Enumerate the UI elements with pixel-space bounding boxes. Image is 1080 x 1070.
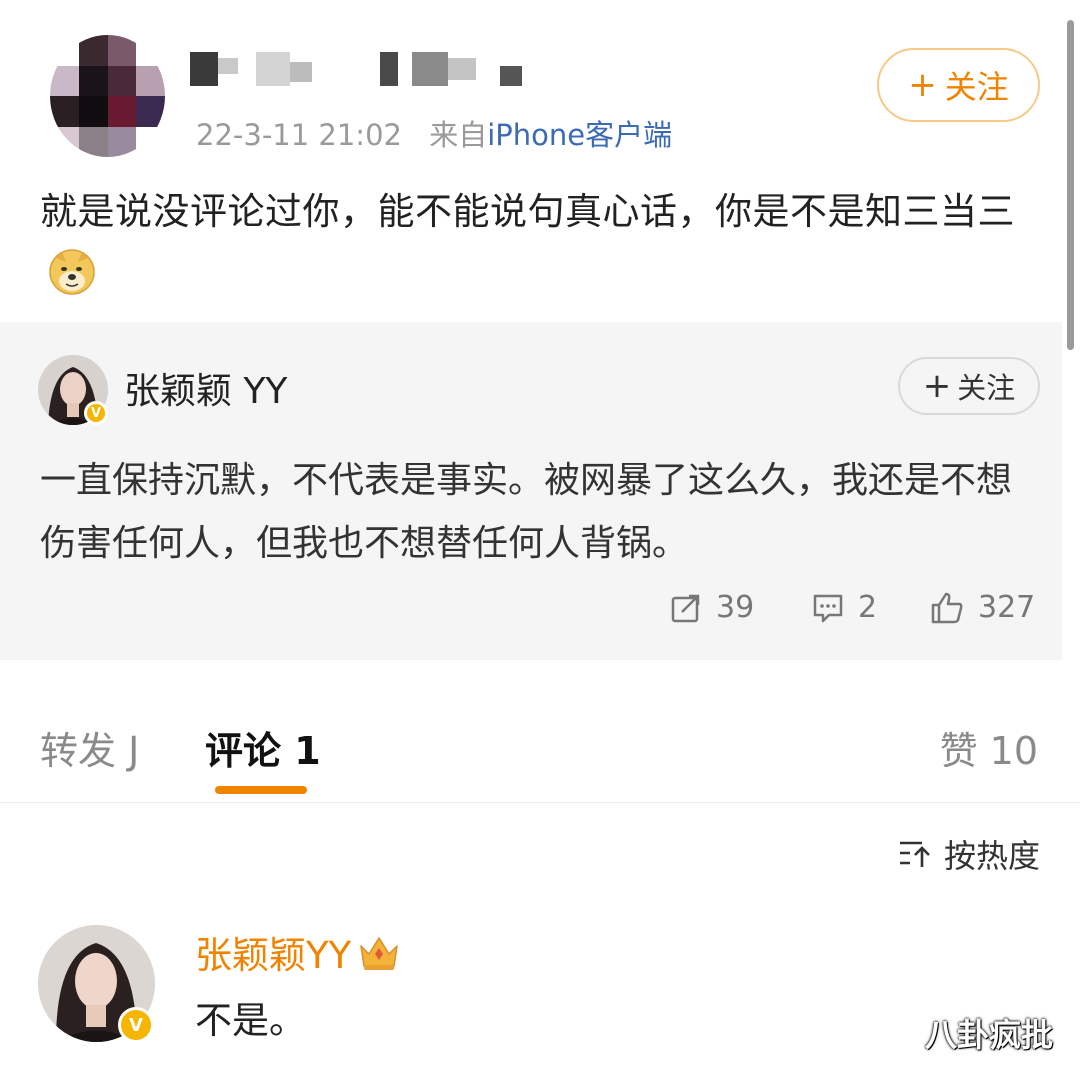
comment-icon	[813, 594, 843, 622]
sort-by-hot-button[interactable]: 按热度	[898, 831, 1040, 877]
quoted-text: 一直保持沉默，不代表是事实。被网暴了这么久，我还是不想伤害任何人，但我也不想替任…	[40, 460, 1013, 564]
post-source-prefix: 来自	[429, 118, 488, 152]
quoted-author-name[interactable]: 张颖颖 YY	[124, 362, 287, 414]
scrollbar[interactable]	[1067, 20, 1074, 350]
like-count: 327	[978, 590, 1036, 625]
doge-emoji	[49, 249, 95, 295]
post-text: 就是说没评论过你，能不能说句真心话，你是不是知三当三	[40, 190, 1015, 233]
plus-icon: +	[922, 366, 952, 406]
commenter-name-row[interactable]: 张颖颖YY	[195, 925, 401, 979]
repost-count: 39	[716, 590, 755, 625]
commenter-avatar[interactable]: V	[38, 925, 155, 1043]
commenter-name[interactable]: 张颖颖YY	[195, 925, 351, 979]
follow-button-label: 关注	[944, 68, 1009, 106]
post-source-link[interactable]: iPhone客户端	[487, 118, 672, 152]
comment-stat[interactable]: 2	[812, 590, 877, 625]
post-meta: 22-3-11 21:02 来自iPhone客户端	[196, 112, 672, 154]
tab-like[interactable]: 赞 10	[940, 720, 1038, 775]
quoted-follow-button[interactable]: + 关注	[898, 357, 1040, 415]
tab-repost[interactable]: 转发 J	[40, 720, 139, 775]
sort-icon	[899, 841, 930, 867]
post-timestamp: 22-3-11 21:02	[196, 118, 402, 152]
tab-divider	[0, 802, 1080, 803]
plus-icon: +	[908, 65, 937, 105]
post-body: 就是说没评论过你，能不能说句真心话，你是不是知三当三	[40, 180, 1050, 308]
quoted-author-avatar[interactable]: V	[38, 355, 108, 425]
share-icon	[671, 594, 700, 622]
comment-count: 2	[858, 590, 878, 625]
active-tab-indicator	[215, 786, 307, 794]
repost-stat[interactable]: 39	[670, 590, 754, 625]
follow-button[interactable]: + 关注	[877, 48, 1040, 122]
sort-label: 按热度	[943, 837, 1040, 875]
quoted-post[interactable]: V 张颖颖 YY + 关注 一直保持沉默，不代表是事实。被网暴了这么久，我还是不…	[0, 322, 1062, 660]
pixelated-username	[190, 52, 540, 92]
like-stat[interactable]: 327	[930, 590, 1035, 625]
quoted-follow-label: 关注	[957, 371, 1016, 405]
crown-icon	[360, 937, 398, 970]
thumbs-up-icon	[931, 592, 963, 623]
pixelated-avatar[interactable]	[50, 35, 165, 157]
verified-badge: V	[84, 401, 108, 425]
comment-text: 不是。	[195, 999, 306, 1042]
watermark: 八卦疯批	[925, 1016, 1054, 1054]
verified-badge: V	[118, 1007, 154, 1043]
tab-comment[interactable]: 评论 1	[205, 720, 321, 775]
